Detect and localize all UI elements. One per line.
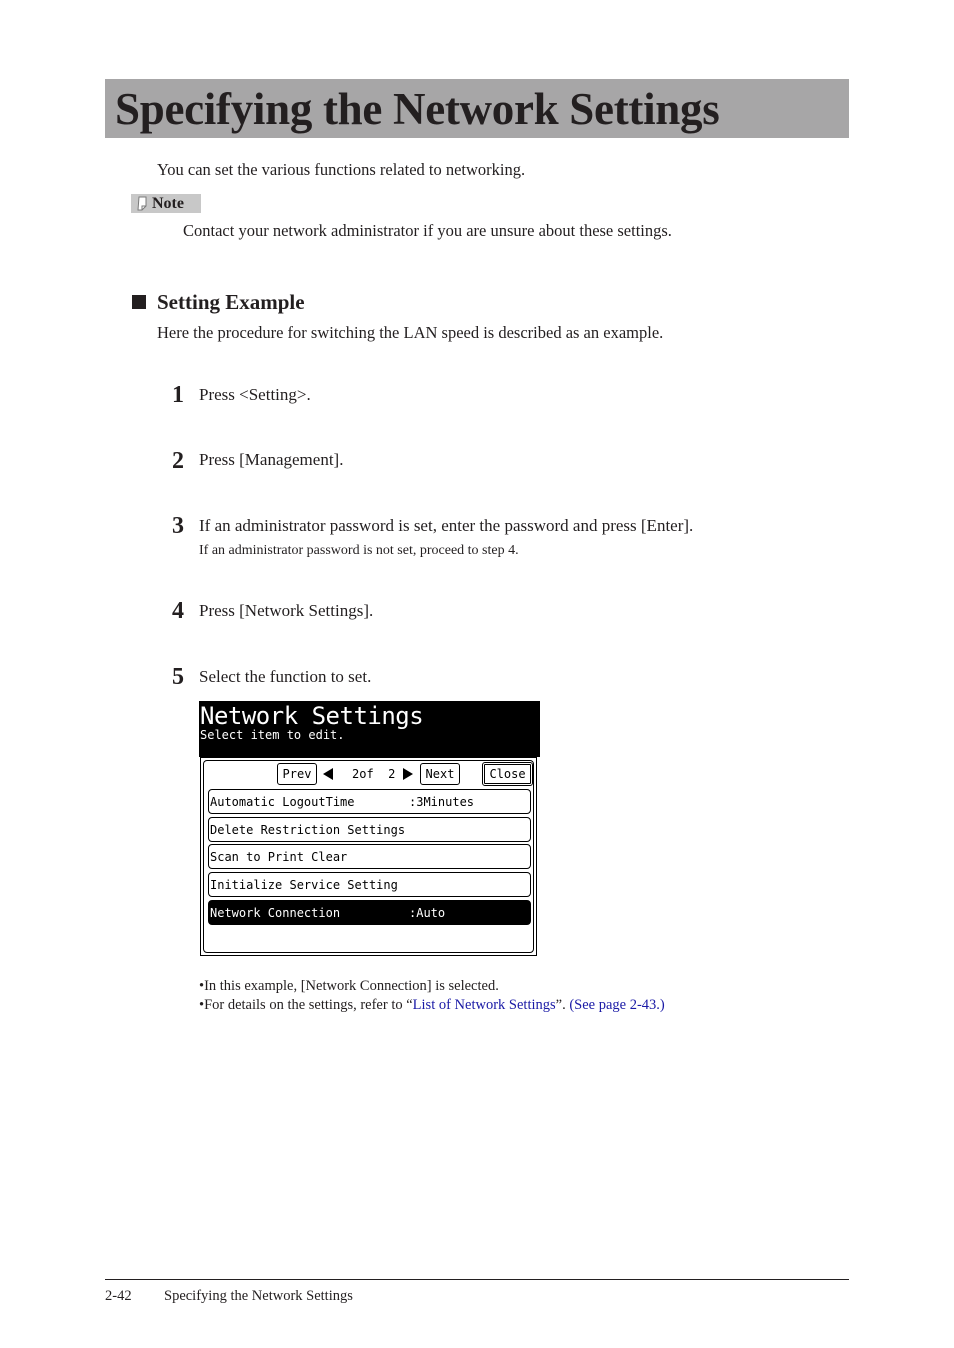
step-number: 4 — [172, 598, 184, 624]
step-text: Press [Management]. — [199, 450, 344, 469]
close-button[interactable]: Close — [482, 762, 533, 786]
item-value: :Auto — [409, 906, 446, 920]
step-number: 1 — [172, 382, 184, 408]
item-label: Delete Restriction Settings — [210, 823, 406, 837]
page-of: of — [359, 767, 374, 781]
note-badge: Note — [131, 194, 201, 213]
title-bar: Specifying the Network Settings — [105, 79, 849, 138]
arrow-right-icon[interactable] — [403, 768, 413, 780]
step-number: 2 — [172, 448, 184, 474]
prev-label: Prev — [282, 767, 312, 781]
list-of-network-settings-link[interactable]: List of Network Settings — [413, 997, 556, 1013]
next-button[interactable]: Next — [420, 763, 460, 785]
step-text: Press <Setting>. — [199, 385, 311, 404]
screen-title: Network Settings — [200, 702, 424, 730]
intro-text: You can set the various functions relate… — [157, 160, 526, 179]
step-subtext: If an administrator password is not set,… — [199, 543, 519, 558]
item-label: Automatic LogoutTime — [210, 795, 355, 809]
close-label: Close — [489, 767, 526, 781]
bullet-text-prefix: For details on the settings, refer to “ — [204, 997, 413, 1013]
black-square-bullet — [132, 295, 146, 309]
note-label: Note — [152, 194, 184, 212]
section-description: Here the procedure for switching the LAN… — [157, 323, 664, 342]
footer-chapter-title: Specifying the Network Settings — [164, 1288, 353, 1304]
page-indicator: 2of 2 — [352, 767, 395, 781]
item-label: Scan to Print Clear — [210, 850, 348, 864]
prev-button[interactable]: Prev — [277, 763, 317, 785]
footer-divider — [105, 1279, 849, 1280]
item-label: Network Connection — [210, 906, 341, 920]
step-text: Press [Network Settings]. — [199, 601, 374, 620]
network-settings-screen: Network Settings Select item to edit. Pr… — [199, 701, 540, 958]
note-text: Contact your network administrator if yo… — [183, 221, 672, 240]
step-text: Select the function to set. — [199, 667, 372, 686]
bullet-item: •For details on the settings, refer to “… — [199, 996, 665, 1015]
bullet-item: •In this example, [Network Connection] i… — [199, 977, 499, 996]
step-number: 5 — [172, 664, 184, 690]
arrow-left-icon[interactable] — [323, 768, 333, 780]
section-title: Setting Example — [157, 290, 305, 314]
setting-item-initialize-service-setting[interactable]: Initialize Service Setting — [208, 872, 531, 897]
bullet-text: In this example, [Network Connection] is… — [204, 978, 499, 994]
item-value: :3Minutes — [409, 795, 475, 809]
step-number: 3 — [172, 513, 184, 539]
step-text: If an administrator password is set, ent… — [199, 516, 694, 535]
screen-panel: Prev 2of 2 Next Close Automatic LogoutTi… — [200, 757, 537, 956]
bullet-text-mid: ”. — [555, 997, 570, 1013]
screen-header: Network Settings Select item to edit. — [199, 701, 540, 757]
setting-item-network-connection[interactable]: Network Connection :Auto — [208, 900, 531, 925]
footer-page-number: 2-42 — [105, 1288, 132, 1304]
screen-subtitle: Select item to edit. — [200, 728, 345, 742]
pencil-note-icon — [137, 196, 147, 211]
page-total: 2 — [388, 767, 396, 781]
setting-item-delete-restriction-settings[interactable]: Delete Restriction Settings — [208, 817, 531, 842]
page-title: Specifying the Network Settings — [115, 84, 720, 134]
setting-item-automatic-logout-time[interactable]: Automatic LogoutTime :3Minutes — [208, 789, 531, 814]
next-label: Next — [425, 767, 455, 781]
setting-item-scan-to-print-clear[interactable]: Scan to Print Clear — [208, 844, 531, 869]
see-page-link[interactable]: (See page 2-43.) — [569, 997, 664, 1013]
item-label: Initialize Service Setting — [210, 878, 398, 892]
